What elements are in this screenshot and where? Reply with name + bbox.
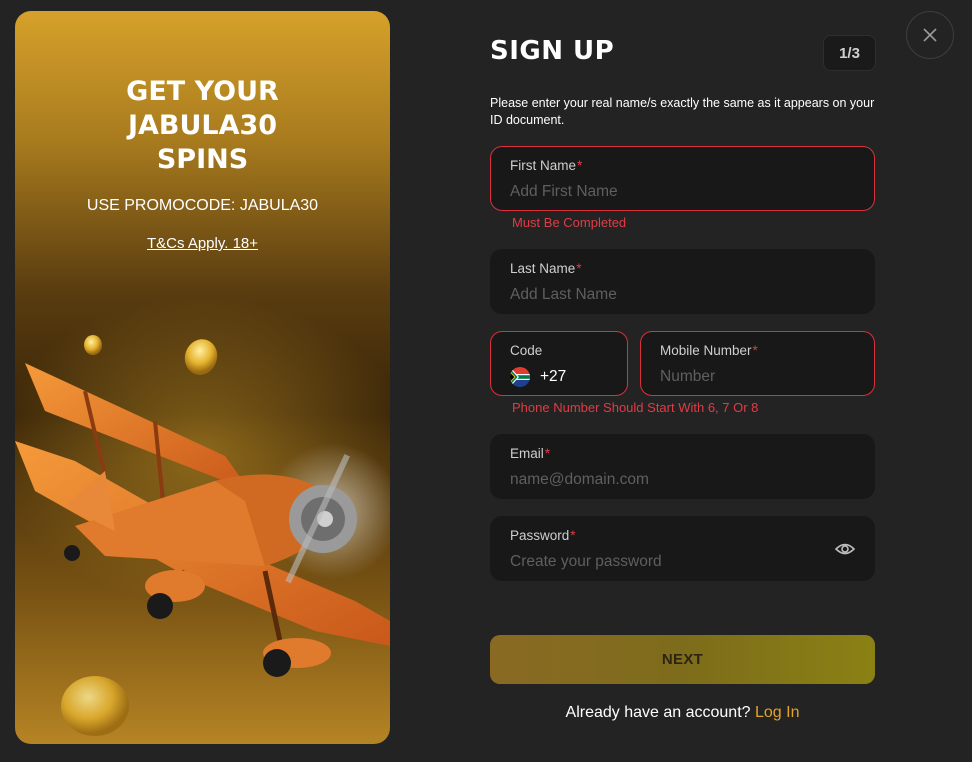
email-input[interactable] [510, 468, 850, 492]
required-mark: * [577, 158, 583, 173]
mobile-label-text: Mobile Number [660, 343, 752, 358]
last-name-label: Last Name* [510, 261, 582, 276]
close-button[interactable] [906, 11, 954, 59]
last-name-label-text: Last Name [510, 261, 576, 276]
password-field[interactable]: Password* [490, 516, 875, 581]
last-name-field[interactable]: Last Name* [490, 249, 875, 314]
form-instructions: Please enter your real name/s exactly th… [490, 96, 875, 127]
password-label: Password* [510, 528, 576, 543]
mobile-number-error: Phone Number Should Start With 6, 7 Or 8 [512, 400, 759, 415]
email-field[interactable]: Email* [490, 434, 875, 499]
mobile-number-input[interactable] [660, 365, 855, 389]
step-indicator: 1/3 [823, 35, 876, 71]
promo-code-text: USE PROMOCODE: JABULA30 [86, 197, 319, 214]
first-name-field[interactable]: First Name* [490, 146, 875, 211]
terms-link[interactable]: T&Cs Apply. 18+ [15, 235, 390, 252]
required-mark: * [570, 528, 576, 543]
required-mark: * [576, 261, 582, 276]
mobile-number-field[interactable]: Mobile Number* [640, 331, 875, 396]
code-value: +27 [510, 367, 566, 387]
first-name-label-text: First Name [510, 158, 577, 173]
login-prompt: Already have an account? Log In [490, 704, 875, 722]
code-value-text: +27 [540, 368, 567, 385]
first-name-input[interactable] [510, 180, 850, 204]
promo-panel: GET YOUR JABULA30 SPINS USE PROMOCODE: J… [15, 11, 390, 744]
code-label: Code [510, 343, 543, 358]
first-name-error: Must Be Completed [512, 215, 627, 230]
close-icon [923, 28, 937, 42]
login-link[interactable]: Log In [755, 704, 799, 721]
airplane-illustration [15, 335, 390, 736]
south-africa-flag-icon [510, 367, 530, 387]
country-code-select[interactable]: Code +27 [490, 331, 628, 396]
required-mark: * [752, 343, 758, 358]
page-title: SIGN UP [490, 36, 615, 66]
login-prompt-text: Already have an account? [565, 704, 751, 721]
password-label-text: Password [510, 528, 570, 543]
eye-icon[interactable] [835, 541, 855, 557]
email-label-text: Email [510, 446, 544, 461]
last-name-input[interactable] [510, 283, 850, 307]
next-button[interactable]: NEXT [490, 635, 875, 684]
required-mark: * [544, 446, 551, 461]
promo-title: GET YOUR JABULA30 SPINS [126, 76, 279, 175]
email-label: Email* [510, 446, 550, 461]
first-name-label: First Name* [510, 158, 582, 173]
password-input[interactable] [510, 550, 810, 574]
signup-modal: GET YOUR JABULA30 SPINS USE PROMOCODE: J… [0, 0, 972, 762]
mobile-label: Mobile Number* [660, 343, 758, 358]
